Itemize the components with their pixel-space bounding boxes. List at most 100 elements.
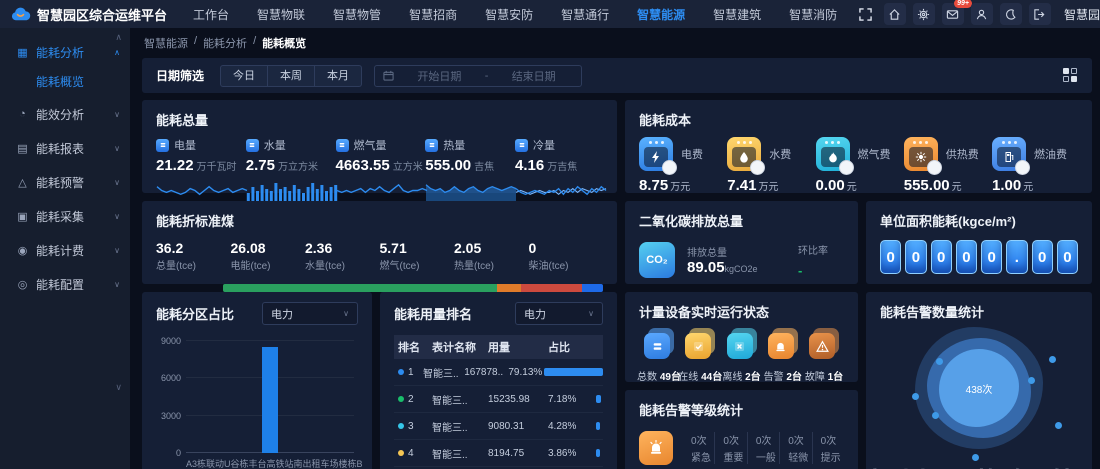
date-filter-button-3[interactable]: 本月 xyxy=(314,65,362,87)
date-filter-button-1[interactable]: 今日 xyxy=(220,65,268,87)
date-range-input[interactable]: 开始日期 - 结束日期 xyxy=(374,65,582,87)
topbar-user-text[interactable]: 智慧园 xyxy=(1064,6,1100,23)
date-filter-button-2[interactable]: 本周 xyxy=(267,65,315,87)
dashboard-layout-icon[interactable] xyxy=(1063,68,1078,83)
x-axis-label-5: 楼栋B xyxy=(339,457,363,469)
zone-energy-type-select[interactable]: 电力 ∨ xyxy=(262,302,358,325)
sidebar-item-label: 能耗配置 xyxy=(36,276,84,293)
nav-item-8[interactable]: 智慧建筑 xyxy=(713,6,761,23)
mail-icon[interactable]: 99+ xyxy=(942,3,964,25)
collect-icon: ▣ xyxy=(16,210,29,223)
device-siren-icon xyxy=(768,331,798,361)
percent-bar xyxy=(596,422,600,430)
nav-item-2[interactable]: 智慧物联 xyxy=(257,6,305,23)
coal-item-4: 5.71燃气(tce) xyxy=(380,240,455,274)
energy-cost-title: 能耗成本 xyxy=(639,110,1078,129)
device-label: 在线 xyxy=(678,372,701,383)
breadcrumb-item-3[interactable]: 能耗概览 xyxy=(262,35,306,51)
energy-metric-3: 燃气量4663.55立方米 xyxy=(336,137,424,202)
sun-icon xyxy=(915,151,927,163)
metric-unit: 吉焦 xyxy=(474,162,494,173)
sidebar-item-1[interactable]: ▦能耗分析∧ xyxy=(0,42,130,62)
sidebar-scroll-up-icon[interactable]: ∧ xyxy=(115,32,122,43)
digit-box-2: 0 xyxy=(905,240,926,274)
co2-ratio-value: - xyxy=(798,263,844,278)
settings-gear-icon[interactable] xyxy=(913,3,935,25)
sidebar-item-label: 能耗报表 xyxy=(36,140,84,157)
date-filter-buttons: 今日本周本月 xyxy=(220,65,362,87)
nav-item-4[interactable]: 智慧招商 xyxy=(409,6,457,23)
sidebar-item-6[interactable]: ◉能耗计费∨ xyxy=(0,240,130,260)
dark-mode-moon-icon[interactable] xyxy=(1000,3,1022,25)
cost-value: 8.75 xyxy=(639,177,668,194)
alarm-level-title: 能耗告警等级统计 xyxy=(639,400,844,419)
rank-number: 1 xyxy=(408,367,414,378)
cost-value: 555.00 xyxy=(904,177,950,194)
warn-icon xyxy=(816,340,829,353)
coal-bar-segment-2 xyxy=(497,284,522,292)
logout-icon[interactable] xyxy=(1029,3,1051,25)
alarm-siren-icon xyxy=(639,431,673,465)
chevron-icon: ∨ xyxy=(114,178,120,187)
alarm-level-unit: 次 xyxy=(761,436,771,447)
breadcrumb-item-2[interactable]: 能耗分析 xyxy=(203,35,247,51)
coal-label: 燃气(tce) xyxy=(380,261,420,272)
cross-icon xyxy=(733,340,746,353)
device-status-4: 告警 2台 xyxy=(763,331,803,383)
nav-item-6[interactable]: 智慧通行 xyxy=(561,6,609,23)
sidebar-item-4[interactable]: △能耗预警∨ xyxy=(0,172,130,192)
energy-metric-5: 冷量4.16万吉焦 xyxy=(515,137,603,202)
co2-total-unit: kgCO2e xyxy=(725,264,758,274)
home-icon[interactable] xyxy=(884,3,906,25)
digit-box-4: 0 xyxy=(956,240,977,274)
x-axis-label-3: 丰台高铁站 xyxy=(249,457,294,469)
percent-bar xyxy=(596,395,601,403)
co2-ratio-label: 环比率 xyxy=(798,242,844,257)
device-count: 44台 xyxy=(701,372,722,383)
x-axis-label-2: 联动U谷栋 xyxy=(206,457,249,469)
date-filter-bar: 日期筛选 今日本周本月 开始日期 - 结束日期 xyxy=(142,58,1092,93)
check-icon xyxy=(692,340,705,353)
sidebar-scroll-down-icon[interactable]: ∨ xyxy=(115,382,122,393)
sidebar-item-3[interactable]: ▤能耗报表∨ xyxy=(0,138,130,158)
cost-icon-badge xyxy=(1015,160,1030,175)
ranking-row-1: 1智能三..167878..79.13% xyxy=(394,359,603,386)
device-status-3: 离线 2台 xyxy=(722,331,762,383)
cost-unit: 万元 xyxy=(758,182,778,193)
sidebar-subitem-1[interactable]: 能耗概览 xyxy=(0,72,130,90)
nav-item-5[interactable]: 智慧安防 xyxy=(485,6,533,23)
ranking-header-4: 占比 xyxy=(548,339,596,355)
nav-item-7[interactable]: 智慧能源 xyxy=(637,6,685,23)
nav-item-3[interactable]: 智慧物管 xyxy=(333,6,381,23)
ranking-energy-type-select[interactable]: 电力 ∨ xyxy=(515,302,603,325)
metric-label: 燃气量 xyxy=(354,137,387,153)
x-axis-label-1: A3栋 xyxy=(186,457,206,469)
efficiency-icon: ◔ xyxy=(16,108,29,120)
zone-ratio-panel: 能耗分区占比 电力 ∨ 0300060009000 A3栋联动U谷栋丰台高铁站南… xyxy=(142,292,372,469)
usage-value: 167878.. xyxy=(464,367,508,378)
cost-unit: 元 xyxy=(847,182,857,193)
usage-value: 8194.75 xyxy=(488,448,548,459)
user-icon[interactable] xyxy=(971,3,993,25)
pump-icon xyxy=(1003,151,1015,163)
cost-drop-icon xyxy=(727,137,761,171)
metric-unit: 万千瓦时 xyxy=(197,162,237,173)
sidebar-item-7[interactable]: ◎能耗配置∨ xyxy=(0,274,130,294)
sidebar-item-5[interactable]: ▣能耗采集∨ xyxy=(0,206,130,226)
fullscreen-icon[interactable] xyxy=(855,3,877,25)
alarm-level-unit: 次 xyxy=(794,436,804,447)
coal-bar-segment-4 xyxy=(582,284,603,292)
percent-bar xyxy=(596,449,600,457)
breadcrumb-item-1[interactable]: 智慧能源 xyxy=(144,35,188,51)
scatter-dot xyxy=(1049,356,1056,363)
energy-metric-4: 热量555.00吉焦 xyxy=(425,137,513,202)
y-axis-tick: 3000 xyxy=(161,411,181,421)
chart-bar xyxy=(262,347,278,453)
cost-lightning-icon xyxy=(639,137,673,171)
metric-value: 21.22 xyxy=(156,157,194,174)
nav-item-1[interactable]: 工作台 xyxy=(193,6,229,23)
nav-item-9[interactable]: 智慧消防 xyxy=(789,6,837,23)
usage-ranking-panel: 能耗用量排名 电力 ∨ 排名表计名称用量占比 1智能三..167878..79.… xyxy=(380,292,617,469)
sidebar-item-2[interactable]: ◔能效分析∨ xyxy=(0,104,130,124)
digit-box-3: 0 xyxy=(931,240,952,274)
